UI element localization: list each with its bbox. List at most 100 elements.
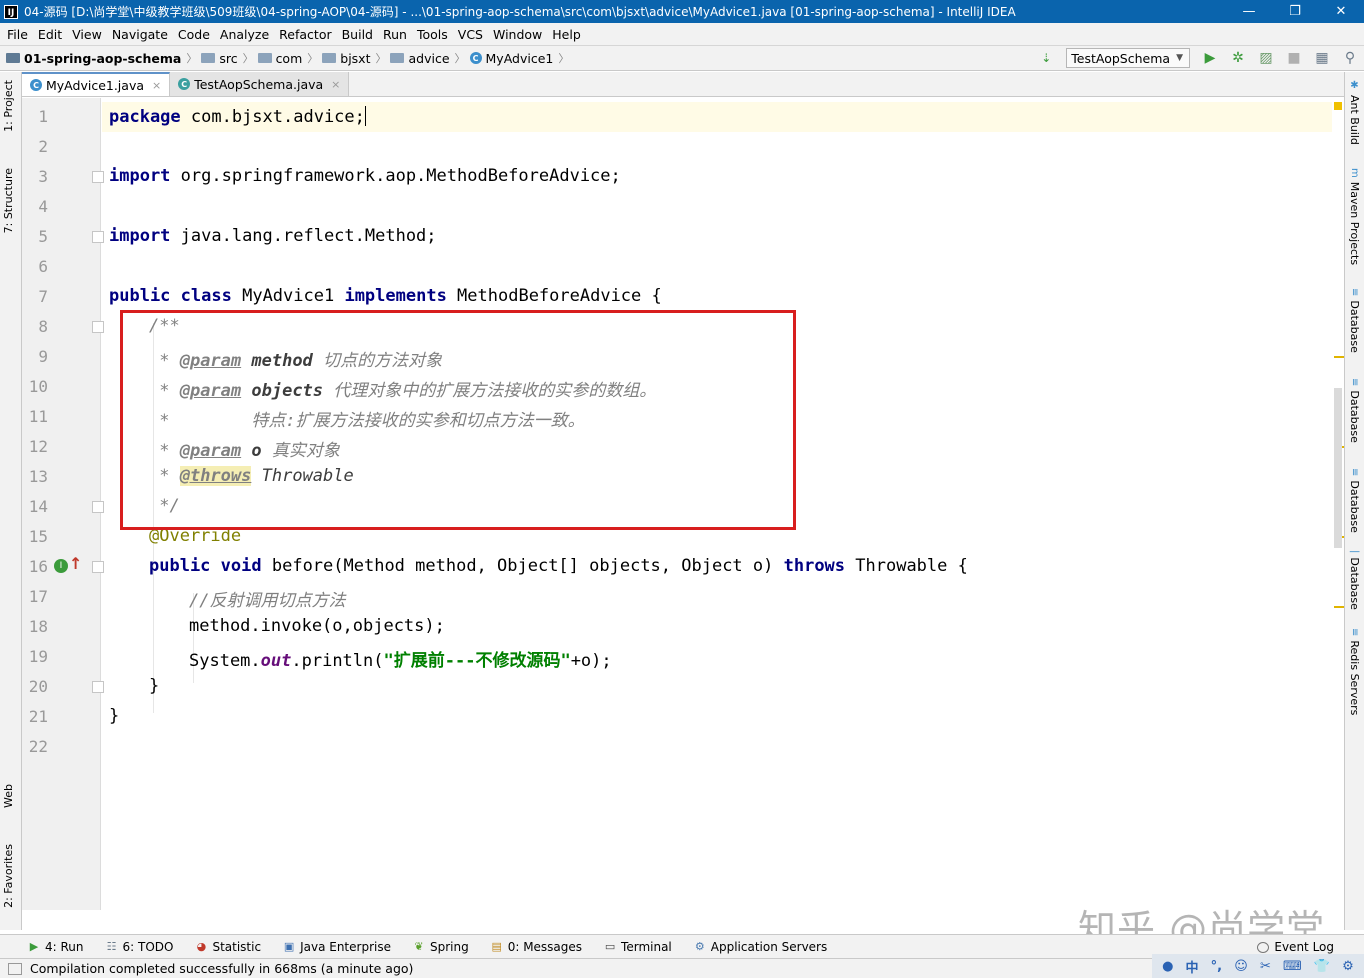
- coverage-icon[interactable]: ▨: [1255, 47, 1277, 69]
- breadcrumb-advice[interactable]: advice 〉: [390, 50, 469, 66]
- line-number: 16: [28, 557, 48, 576]
- close-button[interactable]: ✕: [1318, 0, 1364, 23]
- breadcrumb-bjsxt[interactable]: bjsxt 〉: [322, 50, 390, 66]
- arrow-up-icon[interactable]: ↑: [69, 554, 82, 573]
- tab-myadvice1[interactable]: C MyAdvice1.java ×: [22, 72, 171, 96]
- ime-logo-icon[interactable]: ●: [1162, 959, 1173, 974]
- java-enterprise-icon: ▣: [283, 940, 295, 953]
- debug-icon[interactable]: ✲: [1227, 47, 1249, 69]
- build-icon[interactable]: ⇣: [1035, 47, 1057, 69]
- minimize-button[interactable]: —: [1226, 0, 1272, 23]
- statistic-tool-button[interactable]: ◕ Statistic: [195, 940, 261, 954]
- menu-refactor[interactable]: Refactor: [274, 27, 336, 42]
- line-number: 1: [38, 107, 48, 126]
- fold-marker[interactable]: [92, 501, 104, 513]
- menu-vcs[interactable]: VCS: [453, 27, 488, 42]
- application-servers-tool-button[interactable]: ⚙ Application Servers: [694, 940, 827, 954]
- terminal-tool-button[interactable]: ▭ Terminal: [604, 940, 672, 954]
- menu-file[interactable]: File: [2, 27, 33, 42]
- database-tool-tab-4[interactable]: |Database: [1348, 550, 1361, 610]
- implements-method-icon[interactable]: I: [54, 559, 68, 573]
- tools-icon[interactable]: ✂: [1260, 959, 1271, 974]
- class-icon: C: [30, 79, 42, 91]
- todo-icon: ☷: [106, 940, 117, 953]
- code-line-18: method.invoke(o,objects);: [189, 616, 445, 636]
- project-tool-tab[interactable]: 1: Project: [2, 80, 15, 132]
- project-structure-icon[interactable]: ▦: [1311, 47, 1333, 69]
- code-editor[interactable]: 1 2 3 4 5 6 7 8 9 10 11 12 13 14 15 16 1…: [22, 98, 1344, 910]
- menu-analyze[interactable]: Analyze: [215, 27, 274, 42]
- database-tool-tab-2[interactable]: ≡Database: [1348, 378, 1361, 443]
- database-tool-tab-3[interactable]: ≡Database: [1348, 468, 1361, 533]
- menu-run[interactable]: Run: [378, 27, 412, 42]
- database-tool-tab-1[interactable]: ≡Database: [1348, 288, 1361, 353]
- tab-testaopschema[interactable]: C TestAopSchema.java ×: [170, 72, 350, 96]
- status-message: Compilation completed successfully in 66…: [30, 961, 414, 976]
- tool-windows-toggle-icon[interactable]: [8, 962, 22, 975]
- close-icon[interactable]: ×: [331, 78, 340, 91]
- chevron-right-icon: 〉: [307, 52, 319, 65]
- menu-help[interactable]: Help: [547, 27, 586, 42]
- skin-icon[interactable]: 👕: [1314, 959, 1330, 974]
- warning-marker[interactable]: [1334, 606, 1344, 608]
- run-tool-button[interactable]: ▶ 4: Run: [28, 940, 84, 954]
- fold-marker[interactable]: [92, 231, 104, 243]
- menu-build[interactable]: Build: [337, 27, 378, 42]
- line-number: 12: [28, 437, 48, 456]
- menu-tools[interactable]: Tools: [412, 27, 453, 42]
- vertical-scrollbar[interactable]: [1334, 388, 1342, 548]
- web-tool-tab[interactable]: Web: [2, 784, 15, 808]
- settings-icon[interactable]: ⚙: [1342, 959, 1354, 974]
- emoji-icon[interactable]: ☺: [1234, 959, 1248, 974]
- database-icon: ≡: [1349, 468, 1360, 477]
- maximize-button[interactable]: ❐: [1272, 0, 1318, 23]
- chevron-right-icon: 〉: [186, 52, 198, 65]
- line-number: 22: [28, 737, 48, 756]
- analysis-status-icon[interactable]: [1334, 102, 1342, 110]
- keyboard-icon[interactable]: ⌨: [1283, 959, 1302, 974]
- breadcrumb-class[interactable]: C MyAdvice1 〉: [469, 50, 574, 66]
- line-number: 6: [38, 257, 48, 276]
- breadcrumb-src[interactable]: src 〉: [201, 50, 257, 66]
- code-line-19: System.out.println("扩展前---不修改源码"+o);: [189, 651, 612, 671]
- messages-tool-button[interactable]: ▤ 0: Messages: [491, 940, 583, 954]
- spring-tool-button[interactable]: ❦ Spring: [413, 940, 468, 954]
- folder-icon: [390, 53, 405, 63]
- ime-punctuation[interactable]: °,: [1211, 959, 1222, 974]
- run-configuration-select[interactable]: TestAopSchema ▼: [1066, 48, 1190, 68]
- class-icon: C: [178, 78, 191, 90]
- menu-bar: File Edit View Navigate Code Analyze Ref…: [0, 23, 1364, 45]
- menu-navigate[interactable]: Navigate: [107, 27, 173, 42]
- fold-marker[interactable]: [92, 681, 104, 693]
- event-log-button[interactable]: Event Log: [1257, 940, 1334, 954]
- favorites-tool-tab[interactable]: 2: Favorites: [2, 844, 15, 908]
- redis-servers-tool-tab[interactable]: ≡Redis Servers: [1348, 628, 1361, 715]
- menu-window[interactable]: Window: [488, 27, 547, 42]
- ime-tray: ● 中 °, ☺ ✂ ⌨ 👕 ⚙: [1152, 954, 1364, 978]
- ime-language[interactable]: 中: [1186, 957, 1199, 976]
- close-icon[interactable]: ×: [152, 79, 161, 92]
- stop-icon[interactable]: ■: [1283, 47, 1305, 69]
- fold-marker[interactable]: [92, 561, 104, 573]
- search-icon[interactable]: ⚲: [1339, 47, 1361, 69]
- terminal-icon: ▭: [604, 940, 616, 953]
- maven-projects-tool-tab[interactable]: mMaven Projects: [1348, 168, 1361, 265]
- fold-marker[interactable]: [92, 321, 104, 333]
- todo-tool-button[interactable]: ☷ 6: TODO: [106, 940, 174, 954]
- ant-build-tool-tab[interactable]: ✱Ant Build: [1348, 80, 1361, 145]
- menu-edit[interactable]: Edit: [33, 27, 67, 42]
- breadcrumb-project[interactable]: 01-spring-aop-schema 〉: [6, 50, 201, 66]
- menu-code[interactable]: Code: [173, 27, 215, 42]
- warning-marker[interactable]: [1334, 356, 1344, 358]
- class-icon: C: [469, 52, 482, 64]
- intellij-icon: IJ: [4, 4, 18, 19]
- window-title: 04-源码 [D:\尚学堂\中级教学班级\509班级\04-spring-AOP…: [24, 5, 1016, 19]
- code-line-21: }: [109, 706, 120, 726]
- menu-view[interactable]: View: [67, 27, 107, 42]
- left-tool-strip: 1: Project 7: Structure Web 2: Favorites: [0, 72, 22, 930]
- run-icon[interactable]: ▶: [1199, 47, 1221, 69]
- breadcrumb-com[interactable]: com 〉: [257, 50, 323, 66]
- java-enterprise-tool-button[interactable]: ▣ Java Enterprise: [283, 940, 391, 954]
- structure-tool-tab[interactable]: 7: Structure: [2, 168, 15, 233]
- fold-marker[interactable]: [92, 171, 104, 183]
